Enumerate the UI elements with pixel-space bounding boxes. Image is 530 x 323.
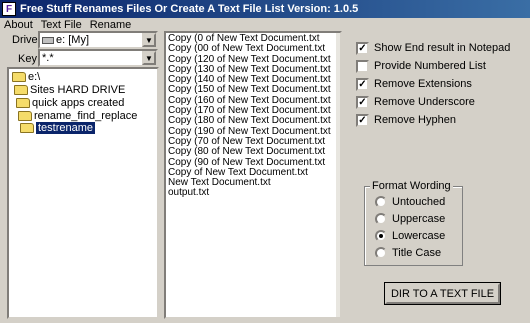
checkbox[interactable]: ✓	[356, 77, 369, 91]
option-remove-hyphen[interactable]: ✓ Remove Hyphen	[356, 113, 456, 127]
app-icon: F	[2, 2, 16, 16]
drive-select[interactable]: e: [My] ▼	[38, 31, 158, 49]
format-title-case[interactable]: Title Case	[375, 246, 441, 260]
chevron-down-icon[interactable]: ▼	[142, 33, 156, 47]
app-window: F Free Stuff Renames Files Or Create A T…	[0, 0, 530, 323]
file-list[interactable]: Copy (0 of New Text Document.txt Copy (00…	[164, 31, 342, 319]
checkbox[interactable]: ✓	[356, 113, 369, 127]
menu-text-file[interactable]: Text File	[37, 18, 86, 32]
option-numbered-list[interactable]: Provide Numbered List	[356, 59, 486, 73]
folder-icon	[16, 98, 30, 109]
menu-rename[interactable]: Rename	[86, 18, 136, 32]
option-remove-underscore[interactable]: ✓ Remove Underscore	[356, 95, 475, 109]
key-label: Key:	[18, 53, 41, 65]
menu-about[interactable]: About	[0, 18, 37, 32]
folder-icon	[14, 85, 28, 96]
window-title: Free Stuff Renames Files Or Create A Tex…	[20, 3, 359, 15]
checkbox[interactable]: ✓	[356, 95, 369, 109]
drive-label: Drive:	[12, 34, 41, 46]
radio[interactable]	[375, 247, 387, 259]
tree-item[interactable]: quick apps created	[16, 97, 124, 110]
title-bar: F Free Stuff Renames Files Or Create A T…	[0, 0, 530, 18]
option-remove-extensions[interactable]: ✓ Remove Extensions	[356, 77, 472, 91]
checkbox[interactable]	[356, 59, 369, 73]
key-value: *.*	[42, 52, 54, 64]
folder-icon	[18, 111, 32, 122]
format-untouched[interactable]: Untouched	[375, 195, 445, 209]
format-wording-group: Format Wording Untouched Uppercase Lower…	[364, 180, 463, 266]
drive-icon	[42, 36, 54, 44]
format-lowercase[interactable]: Lowercase	[375, 229, 445, 243]
format-uppercase[interactable]: Uppercase	[375, 212, 445, 226]
folder-tree[interactable]: e:\ Sites HARD DRIVE quick apps created …	[7, 67, 159, 319]
radio[interactable]	[375, 230, 387, 242]
open-folder-icon	[20, 123, 34, 134]
radio[interactable]	[375, 213, 387, 225]
tree-item-selected[interactable]: testrename	[20, 122, 96, 135]
menu-bar: About Text File Rename	[0, 18, 530, 32]
format-wording-legend: Format Wording	[370, 180, 453, 192]
checkbox[interactable]: ✓	[356, 41, 369, 55]
tree-item[interactable]: e:\	[12, 71, 40, 84]
key-select[interactable]: *.* ▼	[38, 49, 158, 67]
folder-icon	[12, 72, 26, 83]
file-list-item[interactable]: output.txt	[166, 188, 340, 199]
scrollbar[interactable]	[336, 33, 340, 317]
option-show-notepad[interactable]: ✓ Show End result in Notepad	[356, 41, 510, 55]
drive-value: e: [My]	[56, 34, 90, 46]
tree-item[interactable]: Sites HARD DRIVE	[14, 84, 125, 97]
chevron-down-icon[interactable]: ▼	[142, 51, 156, 65]
radio[interactable]	[375, 196, 387, 208]
dir-to-text-file-button[interactable]: DIR TO A TEXT FILE	[384, 282, 501, 305]
